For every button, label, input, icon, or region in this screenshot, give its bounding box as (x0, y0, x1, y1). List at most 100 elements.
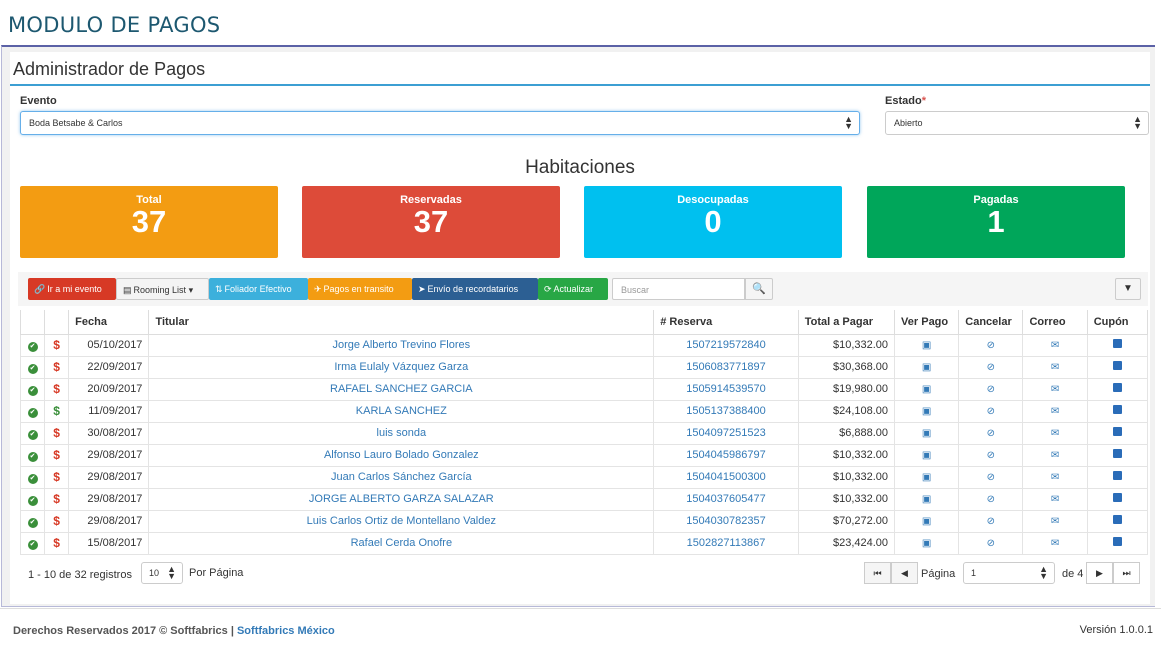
coupon-icon[interactable] (1112, 383, 1122, 392)
titular-link[interactable]: KARLA SANCHEZ (148, 399, 655, 423)
cupon-cell[interactable] (1086, 509, 1149, 533)
coupon-icon[interactable] (1112, 493, 1122, 502)
cupon-cell[interactable] (1086, 355, 1149, 379)
prev-page-button[interactable]: ◀ (891, 562, 918, 584)
money-bill-icon[interactable]: ▣ (922, 450, 931, 461)
cancelar-cell[interactable]: ⊘ (958, 355, 1024, 379)
per-page-select[interactable]: 10 ▲ ▼ (141, 562, 183, 584)
money-bill-icon[interactable]: ▣ (922, 494, 931, 505)
coupon-icon[interactable] (1112, 515, 1122, 524)
coupon-icon[interactable] (1112, 537, 1122, 546)
pay-cell[interactable]: $ (44, 355, 70, 379)
cupon-cell[interactable] (1086, 399, 1149, 423)
dollar-icon[interactable]: $ (53, 338, 60, 352)
correo-cell[interactable]: ✉ (1022, 377, 1088, 401)
ver-pago-cell[interactable]: ▣ (894, 465, 960, 489)
pay-cell[interactable]: $ (44, 333, 70, 357)
titular-link[interactable]: JORGE ALBERTO GARZA SALAZAR (148, 487, 655, 511)
correo-cell[interactable]: ✉ (1022, 399, 1088, 423)
header-titular[interactable]: Titular (148, 310, 655, 335)
last-page-button[interactable]: ⏭ (1113, 562, 1140, 584)
footer-brand-link[interactable]: Softfabrics México (237, 625, 335, 637)
search-input[interactable]: Buscar (612, 278, 745, 300)
correo-cell[interactable]: ✉ (1022, 333, 1088, 357)
reserva-link[interactable]: 1504097251523 (653, 421, 799, 445)
ver-pago-cell[interactable]: ▣ (894, 421, 960, 445)
money-bill-icon[interactable]: ▣ (922, 384, 931, 395)
reserva-link[interactable]: 1504041500300 (653, 465, 799, 489)
coupon-icon[interactable] (1112, 339, 1122, 348)
coupon-icon[interactable] (1112, 427, 1122, 436)
envelope-icon[interactable]: ✉ (1051, 472, 1059, 483)
titular-link[interactable]: Alfonso Lauro Bolado Gonzalez (148, 443, 655, 467)
reserva-link[interactable]: 1504030782357 (653, 509, 799, 533)
cancelar-cell[interactable]: ⊘ (958, 333, 1024, 357)
reserva-link[interactable]: 1504037605477 (653, 487, 799, 511)
correo-cell[interactable]: ✉ (1022, 421, 1088, 445)
reserva-link[interactable]: 1504045986797 (653, 443, 799, 467)
dollar-icon[interactable]: $ (53, 470, 60, 484)
filter-button[interactable]: ▼ (1115, 278, 1141, 300)
money-bill-icon[interactable]: ▣ (922, 340, 931, 351)
correo-cell[interactable]: ✉ (1022, 443, 1088, 467)
coupon-icon[interactable] (1112, 449, 1122, 458)
dollar-icon[interactable]: $ (53, 404, 60, 418)
dollar-icon[interactable]: $ (53, 514, 60, 528)
coupon-icon[interactable] (1112, 405, 1122, 414)
pay-cell[interactable]: $ (44, 531, 70, 555)
next-page-button[interactable]: ▶ (1086, 562, 1113, 584)
titular-link[interactable]: RAFAEL SANCHEZ GARCIA (148, 377, 655, 401)
cancelar-cell[interactable]: ⊘ (958, 465, 1024, 489)
first-page-button[interactable]: ⏮ (864, 562, 891, 584)
ban-icon[interactable]: ⊘ (987, 450, 995, 461)
money-bill-icon[interactable]: ▣ (922, 472, 931, 483)
ver-pago-cell[interactable]: ▣ (894, 443, 960, 467)
titular-link[interactable]: Irma Eulaly Vázquez Garza (148, 355, 655, 379)
ban-icon[interactable]: ⊘ (987, 538, 995, 549)
rooming-list-button[interactable]: ▤ Rooming List ▾ (116, 278, 209, 300)
money-bill-icon[interactable]: ▣ (922, 538, 931, 549)
money-bill-icon[interactable]: ▣ (922, 428, 931, 439)
money-bill-icon[interactable]: ▣ (922, 406, 931, 417)
cancelar-cell[interactable]: ⊘ (958, 509, 1024, 533)
reserva-link[interactable]: 1507219572840 (653, 333, 799, 357)
titular-link[interactable]: Luis Carlos Ortiz de Montellano Valdez (148, 509, 655, 533)
coupon-icon[interactable] (1112, 471, 1122, 480)
dollar-icon[interactable]: $ (53, 360, 60, 374)
pagos-transito-button[interactable]: ✈ Pagos en transito (308, 278, 412, 300)
coupon-icon[interactable] (1112, 361, 1122, 370)
pay-cell[interactable]: $ (44, 399, 70, 423)
cupon-cell[interactable] (1086, 531, 1149, 555)
correo-cell[interactable]: ✉ (1022, 465, 1088, 489)
cupon-cell[interactable] (1086, 377, 1149, 401)
ban-icon[interactable]: ⊘ (987, 362, 995, 373)
ban-icon[interactable]: ⊘ (987, 472, 995, 483)
ver-pago-cell[interactable]: ▣ (894, 399, 960, 423)
ban-icon[interactable]: ⊘ (987, 428, 995, 439)
cupon-cell[interactable] (1086, 465, 1149, 489)
titular-link[interactable]: luis sonda (148, 421, 655, 445)
ver-pago-cell[interactable]: ▣ (894, 531, 960, 555)
reserva-link[interactable]: 1502827113867 (653, 531, 799, 555)
pay-cell[interactable]: $ (44, 465, 70, 489)
titular-link[interactable]: Jorge Alberto Trevino Flores (148, 333, 655, 357)
dollar-icon[interactable]: $ (53, 536, 60, 550)
ban-icon[interactable]: ⊘ (987, 516, 995, 527)
ver-pago-cell[interactable]: ▣ (894, 333, 960, 357)
correo-cell[interactable]: ✉ (1022, 355, 1088, 379)
actualizar-button[interactable]: ⟳ Actualizar (538, 278, 608, 300)
header-reserva[interactable]: # Reserva (653, 310, 799, 335)
dollar-icon[interactable]: $ (53, 492, 60, 506)
titular-link[interactable]: Rafael Cerda Onofre (148, 531, 655, 555)
cupon-cell[interactable] (1086, 333, 1149, 357)
envelope-icon[interactable]: ✉ (1051, 406, 1059, 417)
page-select[interactable]: 1 ▲ ▼ (963, 562, 1055, 584)
estado-select[interactable]: Abierto ▲ ▼ (885, 111, 1149, 135)
cancelar-cell[interactable]: ⊘ (958, 421, 1024, 445)
dollar-icon[interactable]: $ (53, 448, 60, 462)
ver-pago-cell[interactable]: ▣ (894, 487, 960, 511)
ban-icon[interactable]: ⊘ (987, 494, 995, 505)
pay-cell[interactable]: $ (44, 509, 70, 533)
header-fecha[interactable]: Fecha (68, 310, 150, 335)
ir-evento-button[interactable]: 🔗 Ir a mi evento (28, 278, 116, 300)
